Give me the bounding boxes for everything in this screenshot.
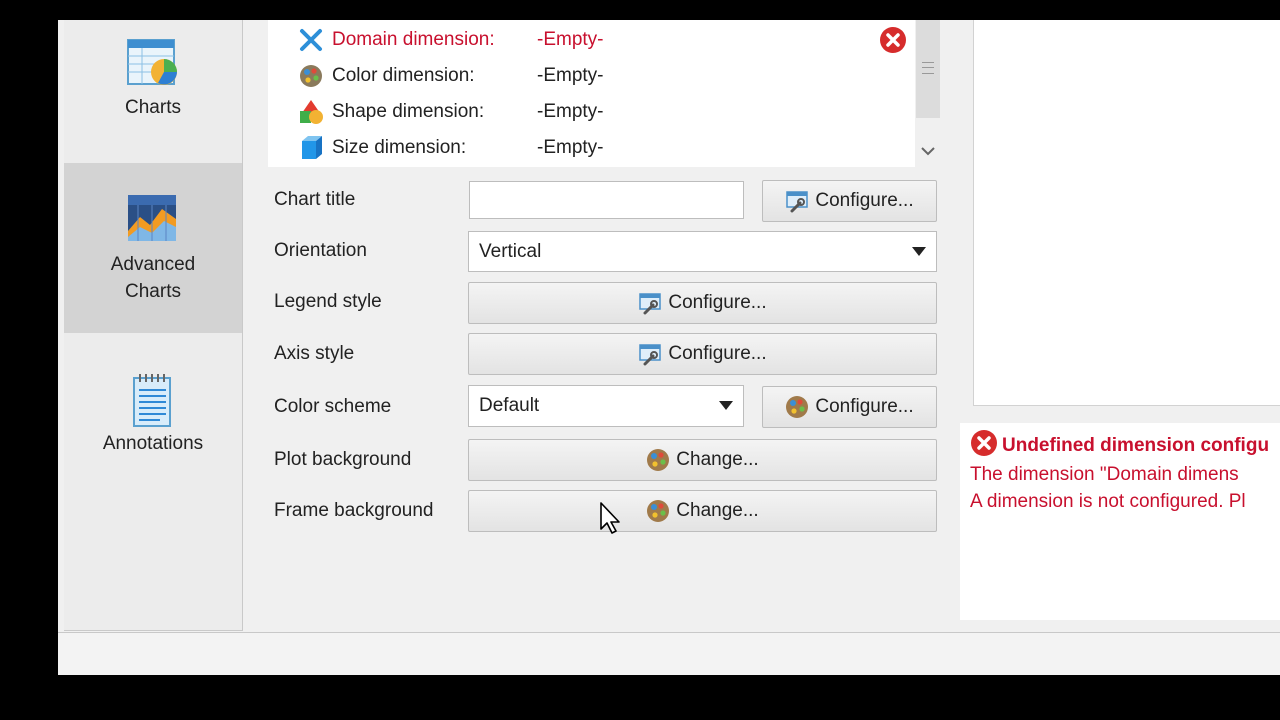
palette-icon: [785, 395, 809, 419]
chart-preview-area: [973, 20, 1280, 406]
chart-category-sidebar: Charts Advanced Charts Annotations: [64, 20, 243, 631]
dropdown-arrow-icon: [719, 401, 733, 410]
dimension-value: -Empty-: [537, 137, 604, 158]
plot-background-label: Plot background: [274, 449, 412, 470]
mouse-cursor-icon: [600, 502, 620, 534]
palette-icon: [646, 499, 670, 523]
button-label: Change...: [676, 500, 759, 521]
scrollbar-thumb[interactable]: [916, 20, 940, 118]
legend-style-label: Legend style: [274, 291, 382, 312]
shapes-icon: [298, 99, 324, 125]
sidebar-item-label: Annotations: [102, 433, 204, 454]
frame-background-label: Frame background: [274, 500, 434, 521]
dimension-row-size[interactable]: Size dimension: -Empty-: [298, 133, 604, 163]
validation-messages-panel: Undefined dimension configu The dimensio…: [960, 423, 1280, 620]
dimension-value: -Empty-: [537, 65, 604, 86]
sidebar-item-advanced-charts[interactable]: Advanced Charts: [64, 163, 242, 333]
dimension-name: Shape dimension:: [332, 101, 485, 122]
error-icon: [880, 27, 906, 53]
dimension-row-domain[interactable]: Domain dimension: -Empty-: [298, 25, 604, 55]
dimension-row-color[interactable]: Color dimension: -Empty-: [298, 61, 604, 91]
orientation-value: Vertical: [479, 241, 542, 262]
chart-title-label: Chart title: [274, 189, 356, 210]
color-scheme-configure-button[interactable]: Configure...: [762, 386, 937, 428]
sidebar-item-label: Charts: [125, 97, 181, 118]
sidebar-item-charts[interactable]: Charts: [64, 20, 242, 162]
button-label: Configure...: [815, 190, 914, 211]
chart-title-configure-button[interactable]: Configure...: [762, 180, 937, 222]
button-label: Configure...: [668, 343, 767, 364]
palette-icon: [298, 63, 324, 89]
app-window: Charts Advanced Charts Annotations Domai…: [58, 20, 1280, 675]
dimension-list-scrollbar[interactable]: [915, 20, 941, 170]
color-scheme-label: Color scheme: [274, 396, 392, 417]
color-scheme-value: Default: [479, 395, 540, 416]
button-label: Configure...: [815, 396, 914, 417]
advanced-charts-icon: [128, 195, 176, 241]
frame-background-change-button[interactable]: Change...: [468, 490, 937, 532]
configure-icon: [638, 342, 662, 366]
dimension-name: Size dimension:: [332, 137, 467, 158]
dropdown-arrow-icon: [912, 247, 926, 256]
chevron-down-icon[interactable]: [920, 145, 936, 157]
configure-icon: [785, 189, 809, 213]
orientation-label: Orientation: [274, 240, 367, 261]
axis-style-configure-button[interactable]: Configure...: [468, 333, 937, 375]
chart-title-input[interactable]: [469, 181, 744, 219]
message-line: The dimension "Domain dimens: [970, 464, 1239, 485]
dialog-footer: [58, 632, 1280, 675]
grip-icon: [922, 62, 934, 74]
axis-style-label: Axis style: [274, 343, 355, 364]
dimension-list: Domain dimension: -Empty- Color dimensio…: [268, 20, 916, 167]
x-icon: [298, 27, 324, 53]
plot-background-change-button[interactable]: Change...: [468, 439, 937, 481]
dimension-name: Color dimension:: [332, 65, 475, 86]
charts-icon: [127, 39, 177, 85]
annotations-icon: [133, 374, 171, 427]
legend-style-configure-button[interactable]: Configure...: [468, 282, 937, 324]
palette-icon: [646, 448, 670, 472]
orientation-select[interactable]: Vertical: [468, 231, 937, 272]
dimension-value: -Empty-: [537, 101, 604, 122]
button-label: Configure...: [668, 292, 767, 313]
dimension-name: Domain dimension:: [332, 29, 495, 50]
configure-icon: [638, 291, 662, 315]
cube-icon: [298, 135, 324, 161]
sidebar-item-label-line1: Advanced: [110, 254, 196, 275]
sidebar-item-label-line2: Charts: [125, 281, 181, 302]
error-icon: [971, 430, 997, 456]
button-label: Change...: [676, 449, 759, 470]
dimension-row-shape[interactable]: Shape dimension: -Empty-: [298, 97, 604, 127]
sidebar-item-annotations[interactable]: Annotations: [64, 334, 242, 484]
message-title: Undefined dimension configu: [1002, 435, 1270, 456]
message-line: A dimension is not configured. Pl: [970, 491, 1246, 512]
dimension-value: -Empty-: [537, 29, 604, 50]
color-scheme-select[interactable]: Default: [468, 385, 744, 427]
